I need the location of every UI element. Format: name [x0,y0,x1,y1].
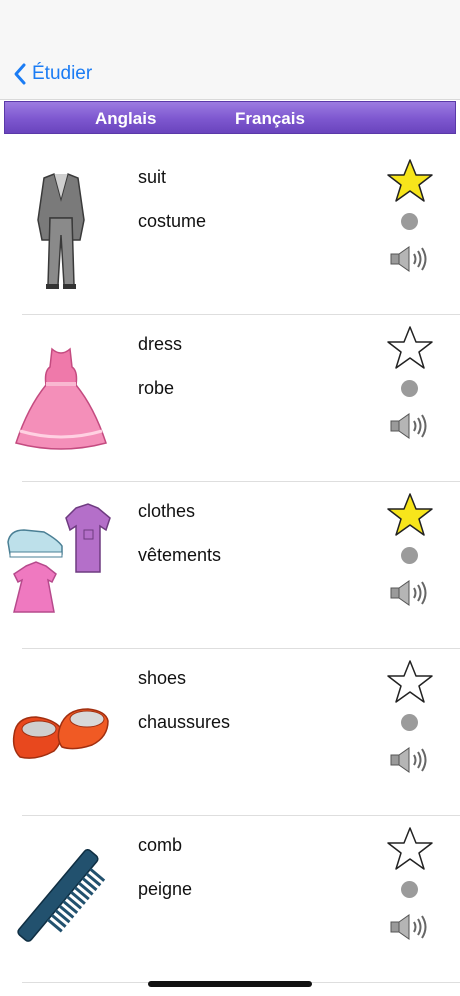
status-dot [401,714,418,731]
french-word: vêtements [138,545,222,565]
vocabulary-list: suit costume dress robe clothes vêtement… [0,148,460,983]
speaker-icon[interactable] [389,245,429,273]
status-bar [0,0,460,44]
star-outline-icon[interactable] [386,659,434,705]
french-word: peigne [138,879,193,899]
navigation-bar: Étudier [0,44,460,100]
back-button[interactable]: Étudier [12,60,92,88]
shoes-icon [12,708,109,759]
english-word: shoes [138,668,187,688]
comb-icon [17,849,106,942]
status-dot [401,213,418,230]
list-item[interactable]: dress robe [0,315,460,482]
list-item[interactable]: suit costume [0,148,460,315]
back-button-label: Étudier [32,63,93,84]
clothes-icon [7,503,111,613]
star-filled-icon[interactable] [386,158,434,204]
chevron-left-icon [14,63,26,85]
dress-icon [15,347,107,450]
status-dot [401,547,418,564]
star-outline-icon[interactable] [386,325,434,371]
list-item[interactable]: comb peigne [0,816,460,983]
suit-icon [37,173,85,289]
column-header-french: Français [235,109,305,128]
home-indicator[interactable] [148,981,312,987]
star-outline-icon[interactable] [386,826,434,872]
star-filled-icon[interactable] [386,492,434,538]
status-dot [401,380,418,397]
english-word: clothes [138,501,196,521]
english-word: comb [138,835,183,855]
column-header-english: Anglais [95,109,157,128]
list-item[interactable]: shoes chaussures [0,649,460,816]
speaker-icon[interactable] [389,913,429,941]
english-word: dress [138,334,183,354]
french-word: costume [138,211,207,231]
french-word: robe [138,378,175,398]
speaker-icon[interactable] [389,412,429,440]
english-word: suit [138,167,167,187]
speaker-icon[interactable] [389,746,429,774]
french-word: chaussures [138,712,231,732]
status-dot [401,881,418,898]
list-item[interactable]: clothes vêtements [0,482,460,649]
speaker-icon[interactable] [389,579,429,607]
column-header-bar: Anglais Français [4,101,456,134]
